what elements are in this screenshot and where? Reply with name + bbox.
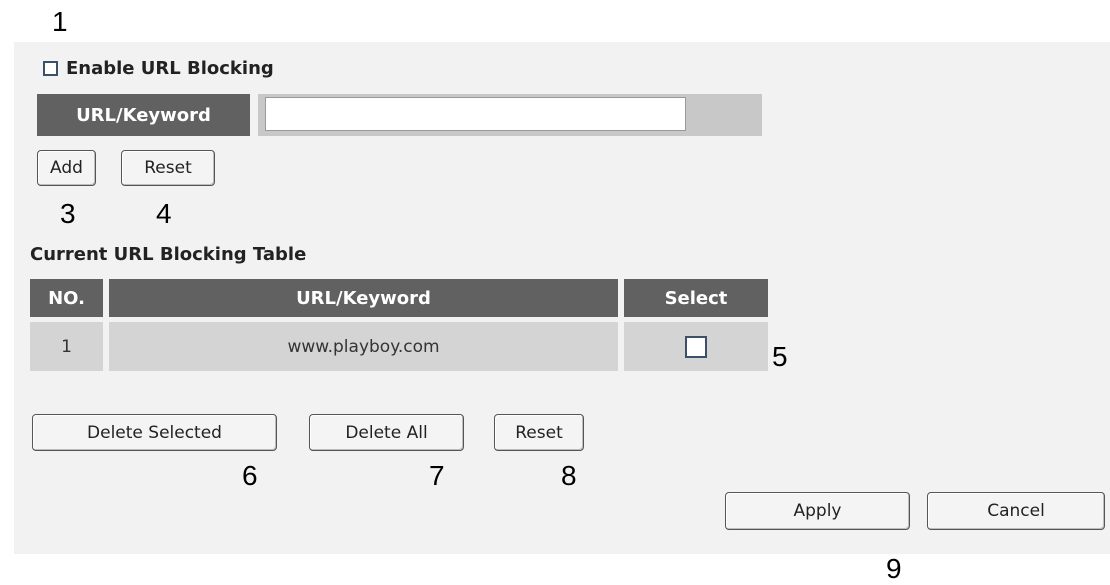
table-header-no: NO. bbox=[30, 279, 103, 317]
callout-6: 6 bbox=[242, 460, 258, 491]
callout-8: 8 bbox=[561, 460, 577, 491]
callout-4: 4 bbox=[156, 198, 172, 229]
table-title: Current URL Blocking Table bbox=[30, 244, 307, 265]
table-row-no: 1 bbox=[30, 322, 103, 371]
delete-all-button[interactable]: Delete All bbox=[309, 414, 464, 451]
callout-7: 7 bbox=[429, 460, 445, 491]
callout-9: 9 bbox=[886, 553, 902, 584]
table-header-url: URL/Keyword bbox=[109, 279, 618, 317]
table-row-select-cell bbox=[624, 322, 768, 371]
url-keyword-label: URL/Keyword bbox=[37, 94, 250, 136]
callout-5: 5 bbox=[772, 341, 788, 372]
table-row-url: www.playboy.com bbox=[109, 322, 618, 371]
cancel-button[interactable]: Cancel bbox=[927, 492, 1105, 530]
callout-1: 1 bbox=[52, 6, 68, 37]
reset-table-button[interactable]: Reset bbox=[494, 414, 584, 451]
delete-selected-button[interactable]: Delete Selected bbox=[32, 414, 277, 451]
enable-url-blocking-label: Enable URL Blocking bbox=[66, 58, 274, 79]
table-header-select: Select bbox=[624, 279, 768, 317]
reset-input-button[interactable]: Reset bbox=[121, 150, 215, 186]
url-keyword-input[interactable] bbox=[265, 97, 686, 131]
enable-url-blocking-checkbox[interactable] bbox=[43, 61, 58, 76]
apply-button[interactable]: Apply bbox=[725, 492, 910, 530]
row-select-checkbox[interactable] bbox=[685, 335, 707, 358]
callout-3: 3 bbox=[60, 198, 76, 229]
add-button[interactable]: Add bbox=[37, 150, 96, 186]
